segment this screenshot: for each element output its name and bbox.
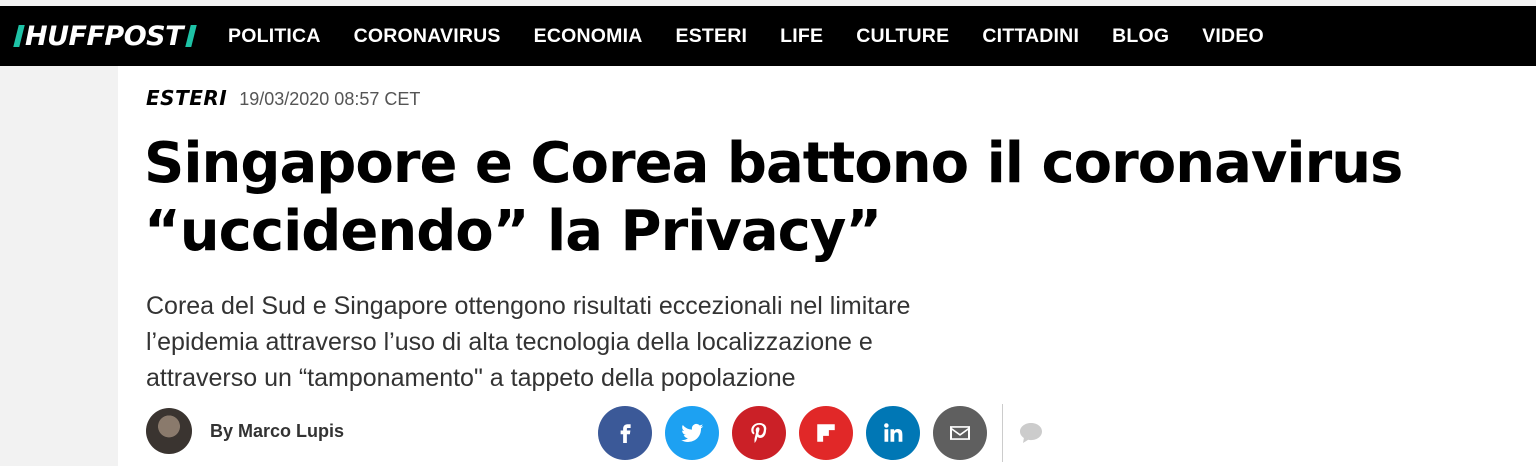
logo-text: HUFFPOST: [25, 20, 184, 52]
share-flipboard-button[interactable]: [799, 406, 853, 460]
share-linkedin-button[interactable]: [866, 406, 920, 460]
facebook-icon: [620, 424, 631, 443]
share-twitter-button[interactable]: [665, 406, 719, 460]
pinterest-icon: [751, 423, 767, 443]
headline-line-1: Singapore e Corea battono il coronavirus: [144, 131, 1403, 196]
publish-timestamp: 19/03/2020 08:57 CET: [239, 89, 421, 109]
logo-bar-left: [13, 25, 25, 47]
nav-item-culture[interactable]: CULTURE: [856, 25, 949, 48]
nav-item-politica[interactable]: POLITICA: [228, 25, 321, 48]
huffpost-logo[interactable]: HUFFPOST: [13, 6, 197, 66]
comment-button[interactable]: [1017, 419, 1045, 447]
email-icon: [950, 426, 970, 440]
top-navigation-bar: HUFFPOST POLITICA CORONAVIRUS ECONOMIA E…: [0, 6, 1536, 66]
nav-item-cittadini[interactable]: CITTADINI: [982, 25, 1079, 48]
dek-line-2: l’epidemia attraverso l’uso di alta tecn…: [146, 328, 873, 356]
section-link[interactable]: ESTERI: [146, 86, 227, 110]
article-meta: ESTERI 19/03/2020 08:57 CET: [146, 86, 420, 110]
dek-line-3: attraverso un “tamponamento" a tappeto d…: [146, 364, 796, 392]
share-bar: [598, 404, 1045, 462]
author-avatar[interactable]: [146, 408, 192, 454]
headline-line-2: “uccidendo” la Privacy”: [144, 199, 882, 264]
dek-line-1: Corea del Sud e Singapore ottengono risu…: [146, 292, 911, 320]
nav-item-esteri[interactable]: ESTERI: [676, 25, 748, 48]
flipboard-icon: [817, 424, 835, 442]
share-pinterest-button[interactable]: [732, 406, 786, 460]
twitter-icon: [681, 423, 704, 442]
nav-item-coronavirus[interactable]: CORONAVIRUS: [354, 25, 501, 48]
article-container: ESTERI 19/03/2020 08:57 CET Singapore e …: [118, 66, 1536, 466]
article-headline: Singapore e Corea battono il coronavirus…: [144, 130, 1484, 266]
nav-item-video[interactable]: VIDEO: [1202, 25, 1264, 48]
share-divider: [1002, 404, 1003, 462]
nav-item-economia[interactable]: ECONOMIA: [534, 25, 643, 48]
byline: By Marco Lupis: [146, 408, 344, 454]
share-email-button[interactable]: [933, 406, 987, 460]
share-facebook-button[interactable]: [598, 406, 652, 460]
article-dek: Corea del Sud e Singapore ottengono risu…: [146, 288, 1106, 396]
logo-bar-right: [185, 25, 197, 47]
author-name[interactable]: By Marco Lupis: [210, 421, 344, 442]
main-nav: POLITICA CORONAVIRUS ECONOMIA ESTERI LIF…: [228, 25, 1297, 48]
nav-item-blog[interactable]: BLOG: [1112, 25, 1169, 48]
nav-item-life[interactable]: LIFE: [780, 25, 823, 48]
comment-icon: [1020, 423, 1042, 443]
linkedin-icon: [884, 423, 903, 442]
